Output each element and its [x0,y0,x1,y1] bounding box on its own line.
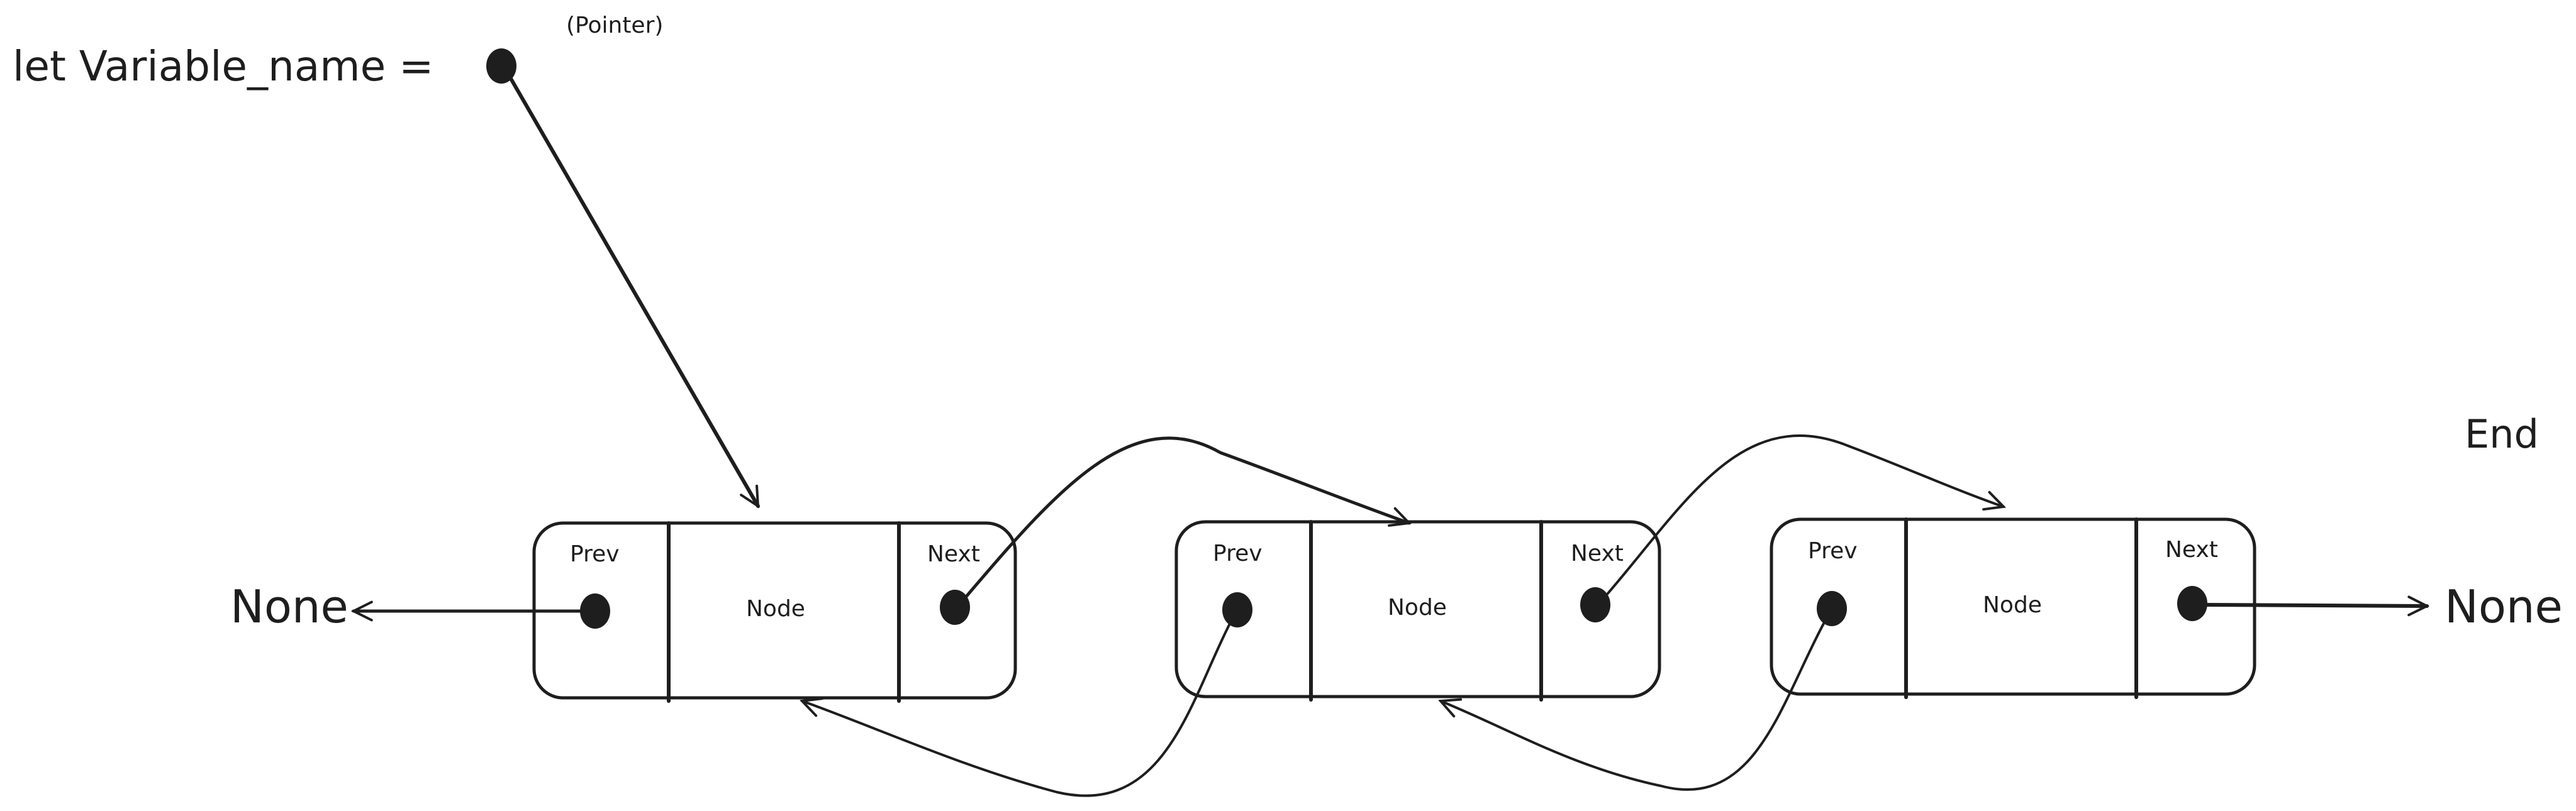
node-1-next-to-node-2-arrow [964,436,1409,599]
node-1-data-label: Node [746,596,805,622]
node-2-next-pointer-dot [1580,587,1610,622]
node-2-next-to-node-3-arrow [1606,434,2004,595]
node-3-next-label: Next [2165,537,2218,563]
end-label: End [2465,411,2539,457]
null-right-label: None [2445,580,2563,633]
node-1-next-label: Next [927,541,980,567]
node-3-prev-label: Prev [1808,538,1858,564]
node-2: Prev Node Next [1174,520,1661,702]
node-2-next-label: Next [1571,541,1624,566]
node-3-data-label: Node [1983,592,2042,618]
head-pointer-arrow [509,77,760,506]
node-3-next-to-none-arrow [2205,605,2427,606]
null-left-label: None [230,580,348,633]
node-3-next-pointer-dot [2177,586,2207,621]
node-2-prev-pointer-dot [1222,592,1252,627]
node-1: Prev Node Next [532,521,1017,703]
node-2-prev-label: Prev [1213,541,1263,566]
node-3-prev-pointer-dot [1817,591,1847,626]
node-1-prev-label: Prev [570,541,620,567]
node-1-prev-pointer-dot [580,593,610,629]
node-2-data-label: Node [1388,595,1447,621]
node-3: Prev Node Next [1770,517,2256,699]
pointer-label: (Pointer) [566,13,663,38]
node-3-prev-to-node-2-arrow [1441,621,1826,791]
doubly-linked-list-diagram: let Variable_name = (Pointer) End Prev N… [13,13,2563,797]
variable-declaration-label: let Variable_name = [13,42,433,91]
